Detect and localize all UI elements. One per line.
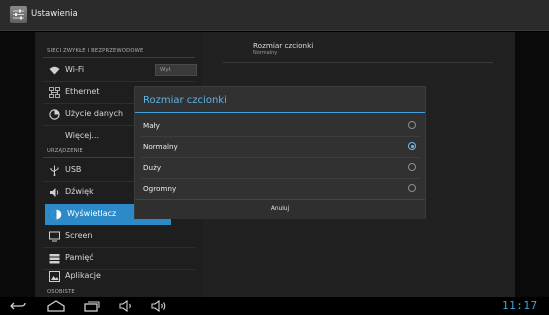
system-nav-bar: 11:17 [0,297,549,315]
wifi-icon [49,66,60,75]
sidebar-item-label: Więcej... [65,131,100,140]
cancel-label: Anuluj [270,206,290,212]
section-divider [43,57,195,58]
option-label: Duży [143,163,162,172]
option-label: Normalny [143,142,178,151]
ethernet-icon [49,87,60,98]
font-size-option-normal[interactable]: Normalny [135,136,425,157]
option-label: Mały [143,121,160,130]
sidebar-item-apps[interactable]: Aplikacje [43,265,195,285]
usb-icon [50,165,59,176]
wifi-toggle[interactable]: Wył. [155,64,197,76]
radio-button[interactable] [408,121,416,129]
sidebar-item-label: Ethernet [65,87,100,96]
home-icon[interactable] [46,299,66,313]
dialog-title-divider [135,112,425,113]
sidebar-item-wifi[interactable]: Wi-Fi Wył. [43,60,197,81]
screen-icon [49,231,60,242]
volume-up-icon[interactable] [150,299,168,313]
pref-divider [223,62,493,63]
font-size-option-huge[interactable]: Ogromny [135,178,425,199]
settings-app-icon[interactable] [10,6,27,23]
sidebar-item-label: Dźwięk [65,187,94,196]
app-title: Ustawienia [31,9,78,19]
status-clock: 11:17 [502,299,538,312]
pref-font-size-title[interactable]: Rozmiar czcionki [253,41,313,50]
sidebar-item-label: Pamięć [65,253,94,262]
sidebar-item-label: Screen [65,231,93,240]
section-header-personal: OSOBISTE [47,289,75,295]
sound-icon [50,188,59,197]
sidebar-item-label: USB [65,165,82,174]
volume-down-icon[interactable] [118,299,136,313]
section-header-networks: SIECI ZWYKŁE I BEZPRZEWODOWE [47,48,144,54]
pref-font-size-summary: Normalny [253,50,278,56]
font-size-option-large[interactable]: Duży [135,157,425,178]
dialog-title: Rozmiar czcionki [143,95,227,106]
section-header-device: URZĄDZENIE [47,148,84,154]
option-label: Ogromny [143,184,177,193]
storage-icon [49,254,60,264]
font-size-dialog: Rozmiar czcionki Mały Normalny Duży Ogro… [134,86,426,219]
sidebar-item-label: Wi-Fi [65,65,85,74]
radio-button-checked[interactable] [408,142,416,150]
sidebar-item-label: Wyświetlacz [67,209,117,218]
cancel-button[interactable]: Anuluj [135,199,425,219]
recent-apps-icon[interactable] [83,299,101,313]
radio-button[interactable] [408,184,416,192]
action-bar: Ustawienia [0,0,549,31]
toggle-label: Wył. [160,67,172,73]
sidebar-item-label: Aplikacje [65,271,101,280]
radio-button[interactable] [408,163,416,171]
data-usage-icon [49,109,60,120]
font-size-option-small[interactable]: Mały [135,115,425,136]
sidebar-item-label: Użycie danych [65,109,124,118]
back-icon[interactable] [9,299,27,313]
display-icon [51,209,62,220]
apps-icon [49,271,60,282]
sidebar-item-screen[interactable]: Screen [43,226,195,247]
